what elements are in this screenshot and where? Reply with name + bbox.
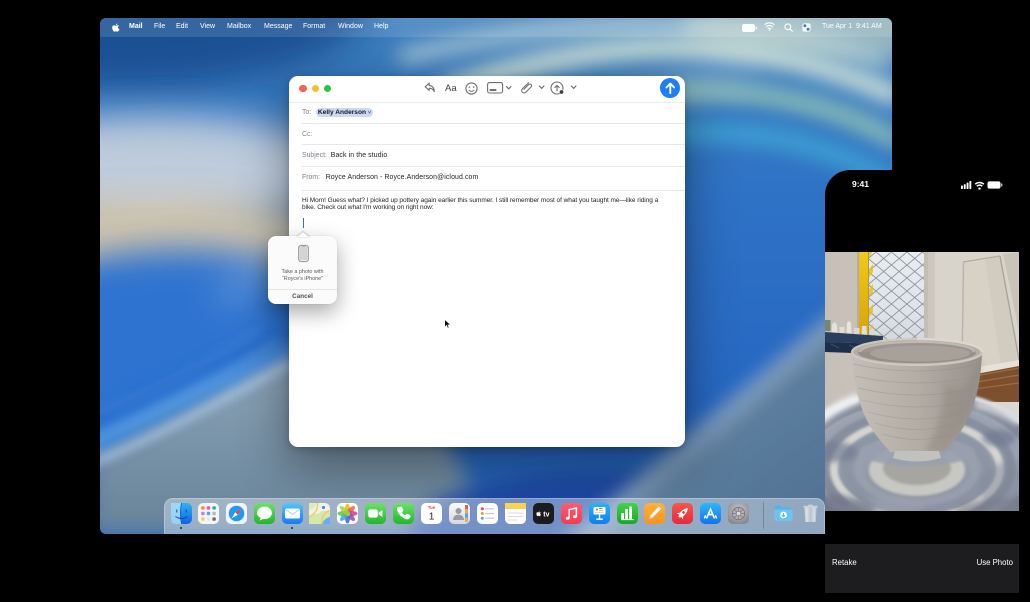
svg-text:1: 1 [429,510,435,522]
svg-text:tv: tv [543,511,549,518]
svg-text:Tue: Tue [428,505,436,510]
